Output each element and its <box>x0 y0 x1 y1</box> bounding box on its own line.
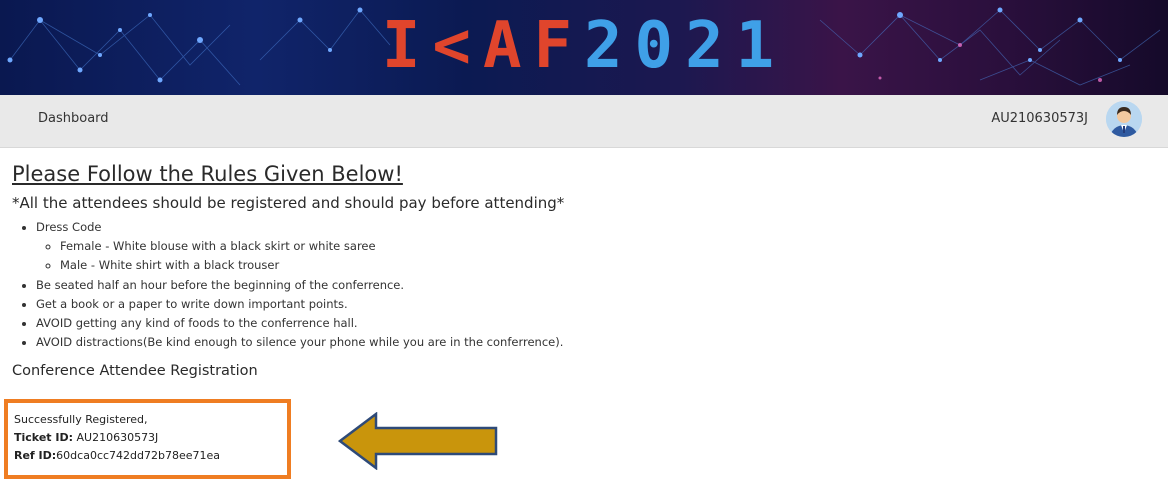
nav-dashboard-link[interactable]: Dashboard <box>38 111 109 126</box>
rules-subtitle: *All the attendees should be registered … <box>12 194 565 212</box>
nav-user-id[interactable]: AU210630573J <box>991 111 1088 126</box>
list-item: Get a book or a paper to write down impo… <box>36 295 1152 314</box>
rules-list: Dress Code Female - White blouse with a … <box>12 218 1152 352</box>
dress-code-label: Dress Code <box>36 220 102 234</box>
list-item: Be seated half an hour before the beginn… <box>36 276 1152 295</box>
left-arrow-icon <box>338 412 498 470</box>
user-avatar-icon[interactable] <box>1106 101 1142 137</box>
banner-title: I<AF2021 <box>381 9 787 83</box>
ticket-id-row: Ticket ID: AU210630573J <box>14 429 283 447</box>
header-banner: I<AF2021 <box>0 0 1168 95</box>
list-item: Dress Code Female - White blouse with a … <box>36 218 1152 276</box>
list-item: AVOID distractions(Be kind enough to sil… <box>36 333 1152 352</box>
list-item: Female - White blouse with a black skirt… <box>60 237 1152 256</box>
ticket-id-label: Ticket ID: <box>14 431 73 444</box>
list-item: Male - White shirt with a black trouser <box>60 256 1152 275</box>
registration-success-box: Successfully Registered, Ticket ID: AU21… <box>4 399 291 479</box>
main-content: Please Follow the Rules Given Below! *Al… <box>12 160 1152 386</box>
rules-title: Please Follow the Rules Given Below! <box>12 162 403 186</box>
ref-id-label: Ref ID: <box>14 449 57 462</box>
ticket-id-value: AU210630573J <box>73 431 159 444</box>
list-item: AVOID getting any kind of foods to the c… <box>36 314 1152 333</box>
ref-id-row: Ref ID:60dca0cc742dd72b78ee71ea <box>14 447 283 465</box>
dress-code-list: Female - White blouse with a black skirt… <box>36 237 1152 275</box>
ref-id-value: 60dca0cc742dd72b78ee71ea <box>56 449 221 462</box>
registration-title: Conference Attendee Registration <box>12 363 258 380</box>
success-message: Successfully Registered, <box>14 413 148 426</box>
top-navbar: Dashboard AU210630573J <box>0 95 1168 148</box>
